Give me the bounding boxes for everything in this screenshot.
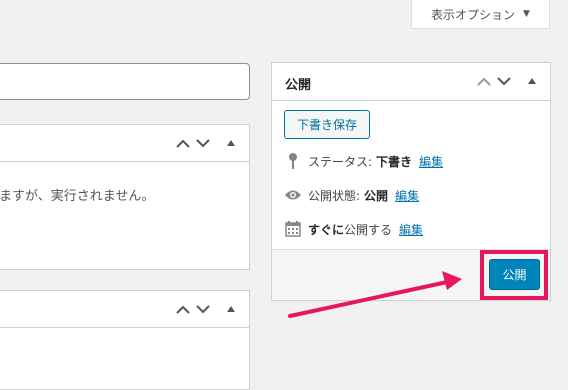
toggle-panel-icon[interactable] [221, 133, 241, 153]
triangle-down-icon: ▼ [523, 9, 530, 19]
meta-box-header [0, 291, 249, 328]
post-status-row: ステータス: 下書き 編集 [284, 151, 443, 171]
toggle-panel-icon[interactable] [221, 299, 241, 319]
screen-options-label: 表示オプション [431, 7, 516, 22]
meta-box-description: ますが、実行されません。 [0, 189, 155, 204]
meta-box: ますが、実行されません。 [0, 124, 250, 270]
status-label: ステータス: [308, 154, 373, 169]
schedule-label: 公開する [344, 222, 393, 237]
publish-button[interactable]: 公開 [489, 259, 540, 290]
save-draft-button[interactable]: 下書き保存 [284, 110, 370, 139]
status-value: 下書き [376, 154, 413, 169]
meta-box-header [0, 125, 249, 162]
visibility-label: 公開状態: [308, 188, 361, 203]
chevron-down-icon[interactable] [193, 133, 213, 153]
edit-visibility-link[interactable]: 編集 [395, 187, 419, 204]
chevron-up-icon[interactable] [173, 299, 193, 319]
publish-box-title: 公開 [285, 78, 312, 93]
calendar-icon [284, 221, 302, 237]
screen-options-button[interactable]: 表示オプション ▼ [411, 0, 550, 29]
publish-box-header: 公開 [272, 63, 550, 101]
meta-box [0, 290, 250, 390]
chevron-down-icon[interactable] [193, 299, 213, 319]
pin-icon [284, 152, 302, 170]
chevron-down-icon[interactable] [494, 71, 514, 91]
schedule-row: すぐに 公開する 編集 [284, 219, 423, 239]
visibility-value: 公開 [364, 188, 389, 203]
toggle-panel-icon[interactable] [522, 71, 542, 91]
edit-schedule-link[interactable]: 編集 [399, 221, 423, 238]
post-title-input[interactable] [0, 63, 250, 100]
chevron-up-icon[interactable] [474, 71, 494, 91]
edit-status-link[interactable]: 編集 [419, 153, 443, 170]
visibility-row: 公開状態: 公開 編集 [284, 185, 419, 205]
schedule-value: すぐに [308, 222, 345, 237]
eye-icon [284, 189, 302, 201]
chevron-up-icon[interactable] [173, 133, 193, 153]
